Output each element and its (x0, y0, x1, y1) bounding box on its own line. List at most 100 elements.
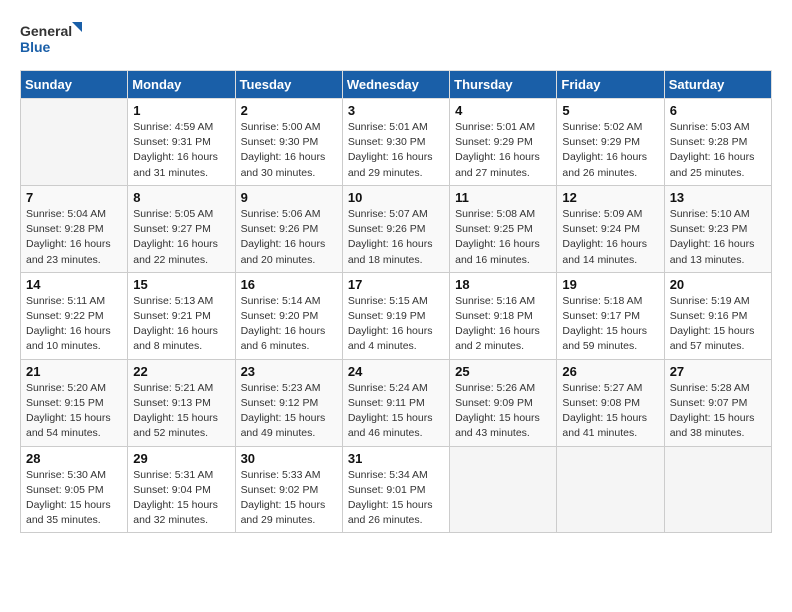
day-cell (664, 446, 771, 533)
day-info: Sunrise: 5:34 AM Sunset: 9:01 PM Dayligh… (348, 468, 444, 529)
day-info: Sunrise: 5:00 AM Sunset: 9:30 PM Dayligh… (241, 120, 337, 181)
day-info: Sunrise: 5:15 AM Sunset: 9:19 PM Dayligh… (348, 294, 444, 355)
day-cell: 31 Sunrise: 5:34 AM Sunset: 9:01 PM Dayli… (342, 446, 449, 533)
weekday-header-friday: Friday (557, 71, 664, 99)
day-info: Sunrise: 5:10 AM Sunset: 9:23 PM Dayligh… (670, 207, 766, 268)
day-info: Sunrise: 5:01 AM Sunset: 9:29 PM Dayligh… (455, 120, 551, 181)
day-cell (557, 446, 664, 533)
day-cell: 13 Sunrise: 5:10 AM Sunset: 9:23 PM Dayli… (664, 185, 771, 272)
day-number: 10 (348, 190, 444, 205)
day-number: 11 (455, 190, 551, 205)
day-number: 7 (26, 190, 122, 205)
week-row-1: 1 Sunrise: 4:59 AM Sunset: 9:31 PM Daylig… (21, 99, 772, 186)
day-cell (450, 446, 557, 533)
day-cell: 16 Sunrise: 5:14 AM Sunset: 9:20 PM Dayli… (235, 272, 342, 359)
day-number: 3 (348, 103, 444, 118)
day-number: 31 (348, 451, 444, 466)
day-cell: 25 Sunrise: 5:26 AM Sunset: 9:09 PM Dayli… (450, 359, 557, 446)
day-number: 12 (562, 190, 658, 205)
day-info: Sunrise: 5:33 AM Sunset: 9:02 PM Dayligh… (241, 468, 337, 529)
day-cell: 27 Sunrise: 5:28 AM Sunset: 9:07 PM Dayli… (664, 359, 771, 446)
day-number: 13 (670, 190, 766, 205)
day-cell: 3 Sunrise: 5:01 AM Sunset: 9:30 PM Daylig… (342, 99, 449, 186)
day-cell: 7 Sunrise: 5:04 AM Sunset: 9:28 PM Daylig… (21, 185, 128, 272)
day-number: 29 (133, 451, 229, 466)
day-cell: 18 Sunrise: 5:16 AM Sunset: 9:18 PM Dayli… (450, 272, 557, 359)
weekday-header-sunday: Sunday (21, 71, 128, 99)
day-number: 26 (562, 364, 658, 379)
weekday-header-monday: Monday (128, 71, 235, 99)
day-info: Sunrise: 5:28 AM Sunset: 9:07 PM Dayligh… (670, 381, 766, 442)
day-number: 5 (562, 103, 658, 118)
weekday-header-wednesday: Wednesday (342, 71, 449, 99)
day-number: 4 (455, 103, 551, 118)
weekday-header-thursday: Thursday (450, 71, 557, 99)
calendar-table: SundayMondayTuesdayWednesdayThursdayFrid… (20, 70, 772, 533)
day-number: 19 (562, 277, 658, 292)
day-cell: 28 Sunrise: 5:30 AM Sunset: 9:05 PM Dayli… (21, 446, 128, 533)
day-cell: 21 Sunrise: 5:20 AM Sunset: 9:15 PM Dayli… (21, 359, 128, 446)
day-number: 21 (26, 364, 122, 379)
day-cell: 30 Sunrise: 5:33 AM Sunset: 9:02 PM Dayli… (235, 446, 342, 533)
day-info: Sunrise: 5:04 AM Sunset: 9:28 PM Dayligh… (26, 207, 122, 268)
day-info: Sunrise: 5:27 AM Sunset: 9:08 PM Dayligh… (562, 381, 658, 442)
logo-icon: GeneralBlue (20, 20, 100, 60)
day-info: Sunrise: 5:23 AM Sunset: 9:12 PM Dayligh… (241, 381, 337, 442)
week-row-2: 7 Sunrise: 5:04 AM Sunset: 9:28 PM Daylig… (21, 185, 772, 272)
day-info: Sunrise: 5:09 AM Sunset: 9:24 PM Dayligh… (562, 207, 658, 268)
day-number: 17 (348, 277, 444, 292)
day-number: 15 (133, 277, 229, 292)
day-number: 2 (241, 103, 337, 118)
day-cell: 26 Sunrise: 5:27 AM Sunset: 9:08 PM Dayli… (557, 359, 664, 446)
day-info: Sunrise: 5:03 AM Sunset: 9:28 PM Dayligh… (670, 120, 766, 181)
logo: GeneralBlue (20, 20, 100, 60)
day-info: Sunrise: 5:19 AM Sunset: 9:16 PM Dayligh… (670, 294, 766, 355)
day-number: 25 (455, 364, 551, 379)
day-info: Sunrise: 5:20 AM Sunset: 9:15 PM Dayligh… (26, 381, 122, 442)
day-number: 14 (26, 277, 122, 292)
svg-text:General: General (20, 23, 72, 39)
day-info: Sunrise: 5:24 AM Sunset: 9:11 PM Dayligh… (348, 381, 444, 442)
day-info: Sunrise: 5:30 AM Sunset: 9:05 PM Dayligh… (26, 468, 122, 529)
day-info: Sunrise: 4:59 AM Sunset: 9:31 PM Dayligh… (133, 120, 229, 181)
day-cell: 4 Sunrise: 5:01 AM Sunset: 9:29 PM Daylig… (450, 99, 557, 186)
day-cell: 2 Sunrise: 5:00 AM Sunset: 9:30 PM Daylig… (235, 99, 342, 186)
day-cell: 12 Sunrise: 5:09 AM Sunset: 9:24 PM Dayli… (557, 185, 664, 272)
day-number: 23 (241, 364, 337, 379)
day-info: Sunrise: 5:05 AM Sunset: 9:27 PM Dayligh… (133, 207, 229, 268)
day-cell: 20Sunrise: 5:19 AM Sunset: 9:16 PM Dayli… (664, 272, 771, 359)
day-cell: 17 Sunrise: 5:15 AM Sunset: 9:19 PM Dayli… (342, 272, 449, 359)
week-row-5: 28 Sunrise: 5:30 AM Sunset: 9:05 PM Dayli… (21, 446, 772, 533)
day-cell: 15Sunrise: 5:13 AM Sunset: 9:21 PM Dayli… (128, 272, 235, 359)
day-info: Sunrise: 5:21 AM Sunset: 9:13 PM Dayligh… (133, 381, 229, 442)
day-cell: 29 Sunrise: 5:31 AM Sunset: 9:04 PM Dayli… (128, 446, 235, 533)
day-number: 16 (241, 277, 337, 292)
day-info: Sunrise: 5:26 AM Sunset: 9:09 PM Dayligh… (455, 381, 551, 442)
day-number: 28 (26, 451, 122, 466)
day-info: Sunrise: 5:16 AM Sunset: 9:18 PM Dayligh… (455, 294, 551, 355)
day-info: Sunrise: 5:01 AM Sunset: 9:30 PM Dayligh… (348, 120, 444, 181)
day-cell: 5Sunrise: 5:02 AM Sunset: 9:29 PM Daylig… (557, 99, 664, 186)
day-cell: 1 Sunrise: 4:59 AM Sunset: 9:31 PM Daylig… (128, 99, 235, 186)
day-number: 8 (133, 190, 229, 205)
day-cell: 6Sunrise: 5:03 AM Sunset: 9:28 PM Daylig… (664, 99, 771, 186)
day-cell: 9Sunrise: 5:06 AM Sunset: 9:26 PM Daylig… (235, 185, 342, 272)
day-info: Sunrise: 5:07 AM Sunset: 9:26 PM Dayligh… (348, 207, 444, 268)
svg-text:Blue: Blue (20, 39, 51, 55)
weekday-header-tuesday: Tuesday (235, 71, 342, 99)
day-info: Sunrise: 5:31 AM Sunset: 9:04 PM Dayligh… (133, 468, 229, 529)
day-number: 9 (241, 190, 337, 205)
day-cell: 22Sunrise: 5:21 AM Sunset: 9:13 PM Dayli… (128, 359, 235, 446)
day-cell: 11Sunrise: 5:08 AM Sunset: 9:25 PM Dayli… (450, 185, 557, 272)
day-cell: 24Sunrise: 5:24 AM Sunset: 9:11 PM Dayli… (342, 359, 449, 446)
day-cell: 8 Sunrise: 5:05 AM Sunset: 9:27 PM Daylig… (128, 185, 235, 272)
day-cell: 23 Sunrise: 5:23 AM Sunset: 9:12 PM Dayli… (235, 359, 342, 446)
day-number: 30 (241, 451, 337, 466)
day-number: 18 (455, 277, 551, 292)
day-info: Sunrise: 5:14 AM Sunset: 9:20 PM Dayligh… (241, 294, 337, 355)
day-cell: 10 Sunrise: 5:07 AM Sunset: 9:26 PM Dayli… (342, 185, 449, 272)
day-number: 1 (133, 103, 229, 118)
day-info: Sunrise: 5:11 AM Sunset: 9:22 PM Dayligh… (26, 294, 122, 355)
day-number: 27 (670, 364, 766, 379)
week-row-3: 14 Sunrise: 5:11 AM Sunset: 9:22 PM Dayli… (21, 272, 772, 359)
